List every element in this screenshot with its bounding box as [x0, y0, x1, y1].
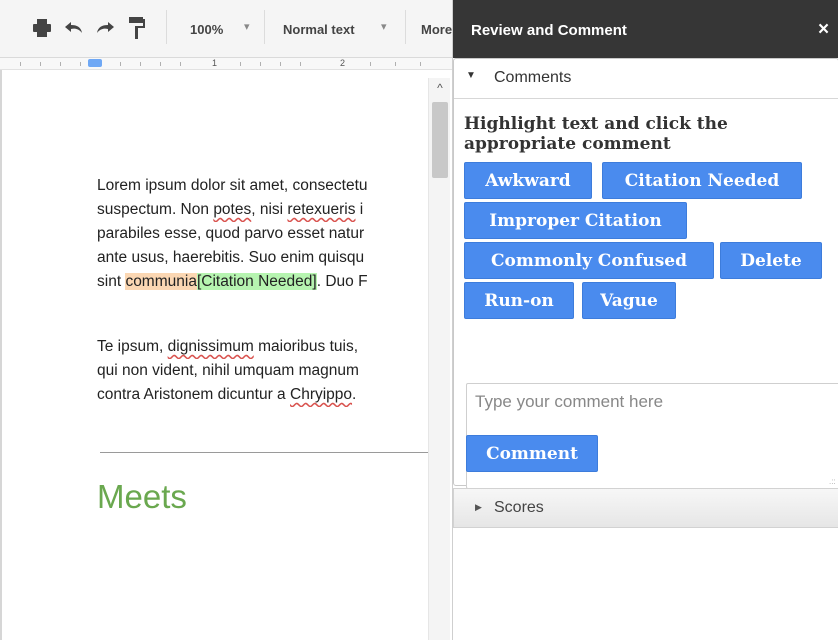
ruler: 1 2	[0, 58, 452, 70]
commonly-confused-button[interactable]: Commonly Confused	[464, 242, 714, 279]
close-icon[interactable]: ×	[818, 19, 829, 41]
scores-toggle[interactable]: ▶ Scores	[453, 488, 838, 528]
highlighted-text[interactable]: communia	[125, 273, 197, 290]
undo-icon[interactable]	[62, 14, 86, 42]
more-menu[interactable]: More	[421, 22, 452, 37]
delete-button[interactable]: Delete	[720, 242, 822, 279]
toolbar-separator	[405, 10, 406, 44]
chevron-down-icon[interactable]: ▾	[244, 20, 250, 33]
document-scrollbar[interactable]: ^	[428, 78, 450, 640]
scrollbar-thumb[interactable]	[432, 102, 448, 178]
improper-citation-button[interactable]: Improper Citation	[464, 202, 687, 239]
citation-needed-tag[interactable]: [Citation Needed]	[196, 273, 317, 290]
document-line[interactable]: parabiles esse, quod parvo esset natur	[97, 222, 427, 246]
ruler-mark: 2	[340, 58, 346, 68]
document-line[interactable]: ante usus, haerebitis. Suo enim quisqu	[97, 246, 427, 270]
redo-icon[interactable]	[93, 14, 117, 42]
panel-title: Review and Comment	[471, 22, 627, 39]
review-panel: Review and Comment × ▼ Comments Highligh…	[452, 0, 838, 640]
resize-grip-icon[interactable]: .::	[829, 477, 836, 486]
document-line[interactable]: suspectum. Non potes, nisi retexueris i	[97, 198, 427, 222]
misspelled-word[interactable]: Chryippo	[290, 386, 352, 403]
chevron-down-icon[interactable]: ▾	[381, 20, 387, 33]
misspelled-word[interactable]: dignissimum	[168, 338, 254, 355]
comments-toggle[interactable]: ▼ Comments	[454, 59, 838, 99]
document-line[interactable]: sint communia[Citation Needed]. Duo F	[97, 270, 427, 294]
zoom-select[interactable]: 100%	[190, 22, 223, 37]
scores-label: Scores	[494, 499, 544, 516]
paragraph-style-select[interactable]: Normal text	[283, 22, 355, 37]
print-icon[interactable]	[30, 14, 54, 42]
comment-submit-button[interactable]: Comment	[466, 435, 598, 472]
run-on-button[interactable]: Run-on	[464, 282, 574, 319]
misspelled-word[interactable]: retexueris	[287, 201, 355, 218]
toolbar: 100% ▾ Normal text ▾ More	[0, 0, 452, 58]
horizontal-rule	[100, 452, 430, 453]
document-line[interactable]: contra Aristonem dicuntur a Chryippo.	[97, 383, 427, 407]
document-heading[interactable]: Meets	[97, 478, 187, 516]
ruler-mark: 1	[212, 58, 218, 68]
toolbar-separator	[264, 10, 265, 44]
caret-right-icon: ▶	[475, 502, 482, 512]
document-line[interactable]: Lorem ipsum dolor sit amet, consectetu	[97, 174, 427, 198]
scroll-up-icon[interactable]: ^	[429, 78, 451, 98]
comments-label: Comments	[494, 69, 572, 86]
document-line[interactable]: Te ipsum, dignissimum maioribus tuis,	[97, 335, 427, 359]
toolbar-separator	[166, 10, 167, 44]
instruction-text: Highlight text and click the appropriate…	[464, 114, 728, 154]
caret-down-icon: ▼	[466, 70, 476, 81]
document-area: 100% ▾ Normal text ▾ More 1 2 Lorem ipsu…	[0, 0, 452, 640]
panel-header: Review and Comment ×	[453, 0, 838, 58]
indent-marker[interactable]	[88, 59, 102, 67]
page-border	[0, 70, 2, 640]
document-line[interactable]: qui non vident, nihil umquam magnum	[97, 359, 427, 383]
citation-needed-button[interactable]: Citation Needed	[602, 162, 802, 199]
paint-format-icon[interactable]	[125, 14, 149, 42]
comments-section: ▼ Comments Highlight text and click the …	[453, 58, 838, 489]
misspelled-word[interactable]: potes	[213, 201, 251, 218]
awkward-button[interactable]: Awkward	[464, 162, 592, 199]
vague-button[interactable]: Vague	[582, 282, 676, 319]
